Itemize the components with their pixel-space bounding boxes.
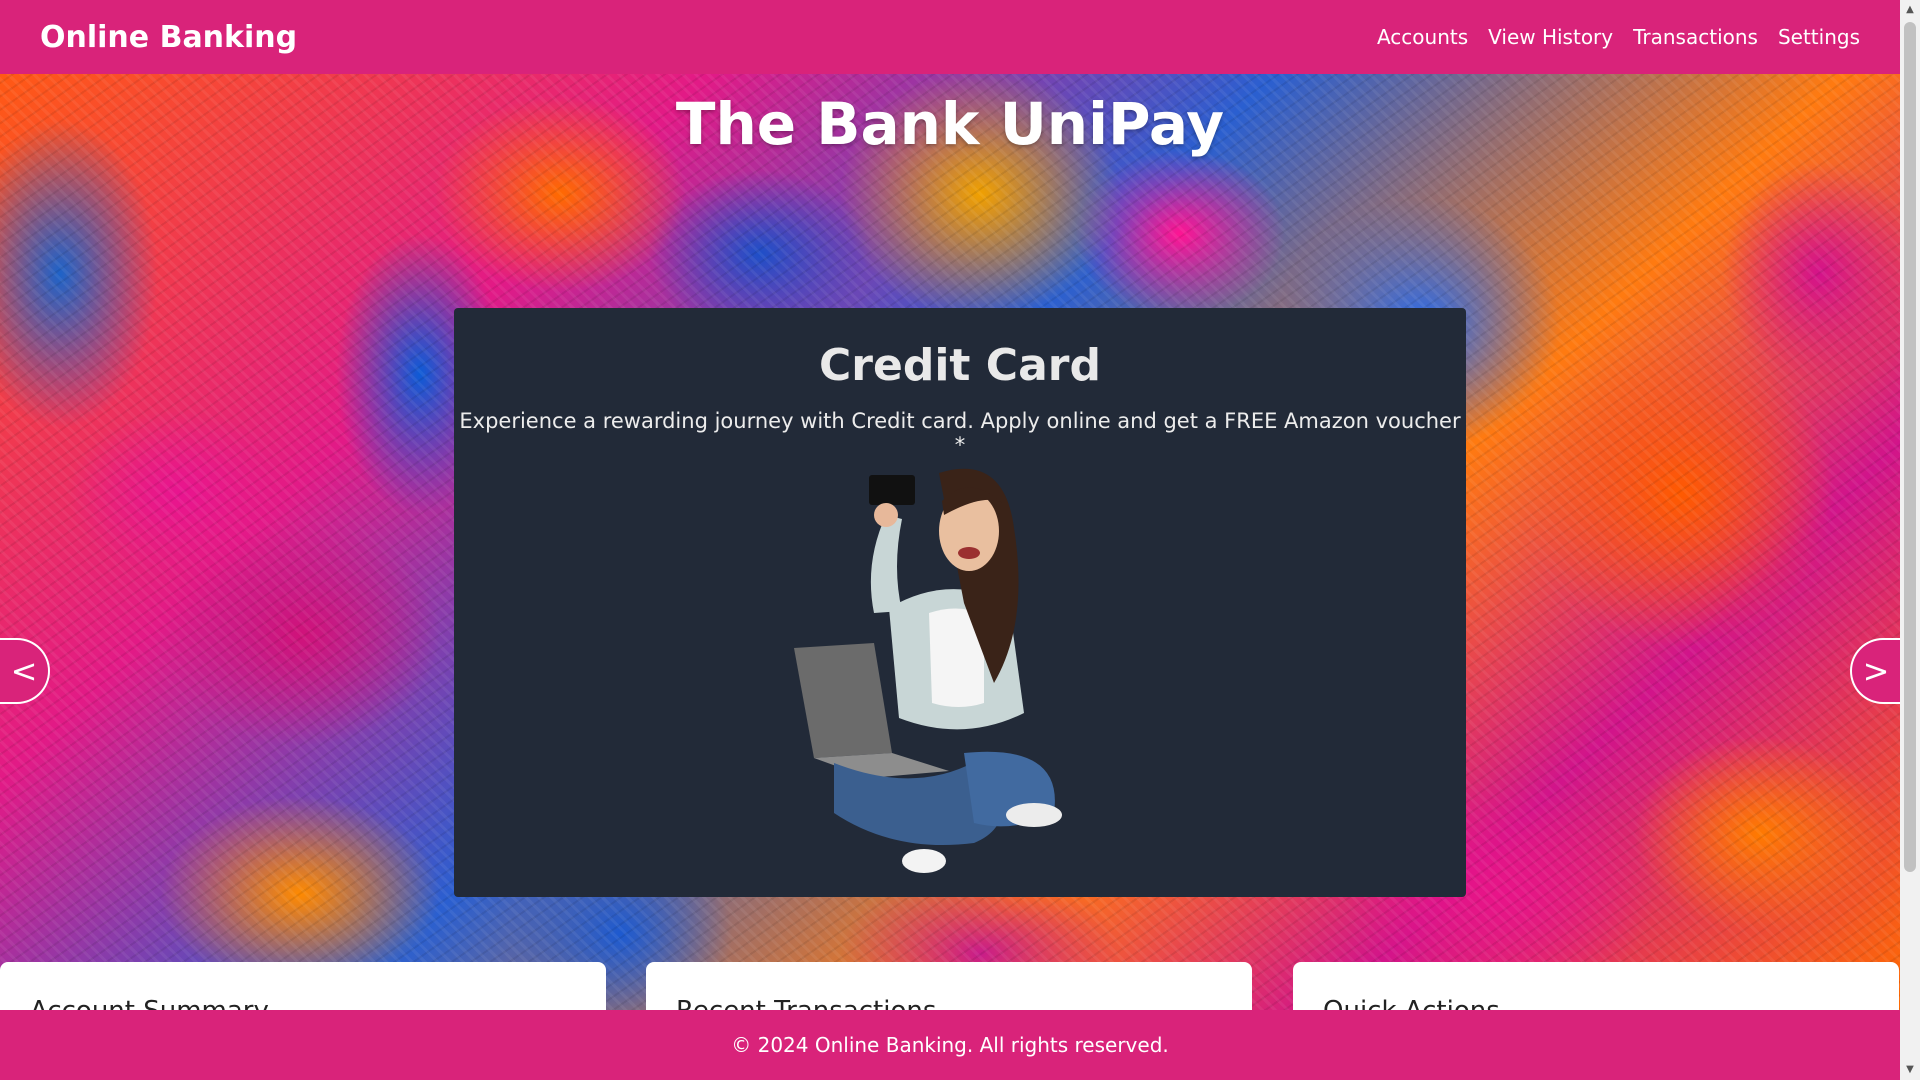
scrollbar-thumb[interactable]: [1904, 22, 1916, 872]
nav-link-accounts[interactable]: Accounts: [1377, 25, 1468, 49]
scroll-down-icon[interactable]: ▼: [1904, 1064, 1916, 1076]
brand-logo[interactable]: Online Banking: [40, 20, 297, 55]
footer-copyright: © 2024 Online Banking. All rights reserv…: [731, 1033, 1169, 1057]
slide-description: Experience a rewarding journey with Cred…: [459, 409, 1461, 457]
slide-title: Credit Card: [819, 340, 1101, 391]
nav-link-settings[interactable]: Settings: [1778, 25, 1860, 49]
footer: © 2024 Online Banking. All rights reserv…: [0, 1010, 1900, 1080]
scroll-up-icon[interactable]: ▲: [1904, 4, 1916, 16]
carousel-slide: Credit Card Experience a rewarding journ…: [454, 308, 1466, 897]
hero-title: The Bank UniPay: [675, 90, 1225, 158]
navbar: Online Banking Accounts View History Tra…: [0, 0, 1900, 74]
nav-link-view-history[interactable]: View History: [1488, 25, 1613, 49]
woman-with-credit-card-illustration: [794, 468, 1062, 873]
vertical-scrollbar[interactable]: ▲ ▼: [1900, 0, 1920, 1080]
nav-links: Accounts View History Transactions Setti…: [1377, 25, 1860, 49]
nav-link-transactions[interactable]: Transactions: [1633, 25, 1758, 49]
